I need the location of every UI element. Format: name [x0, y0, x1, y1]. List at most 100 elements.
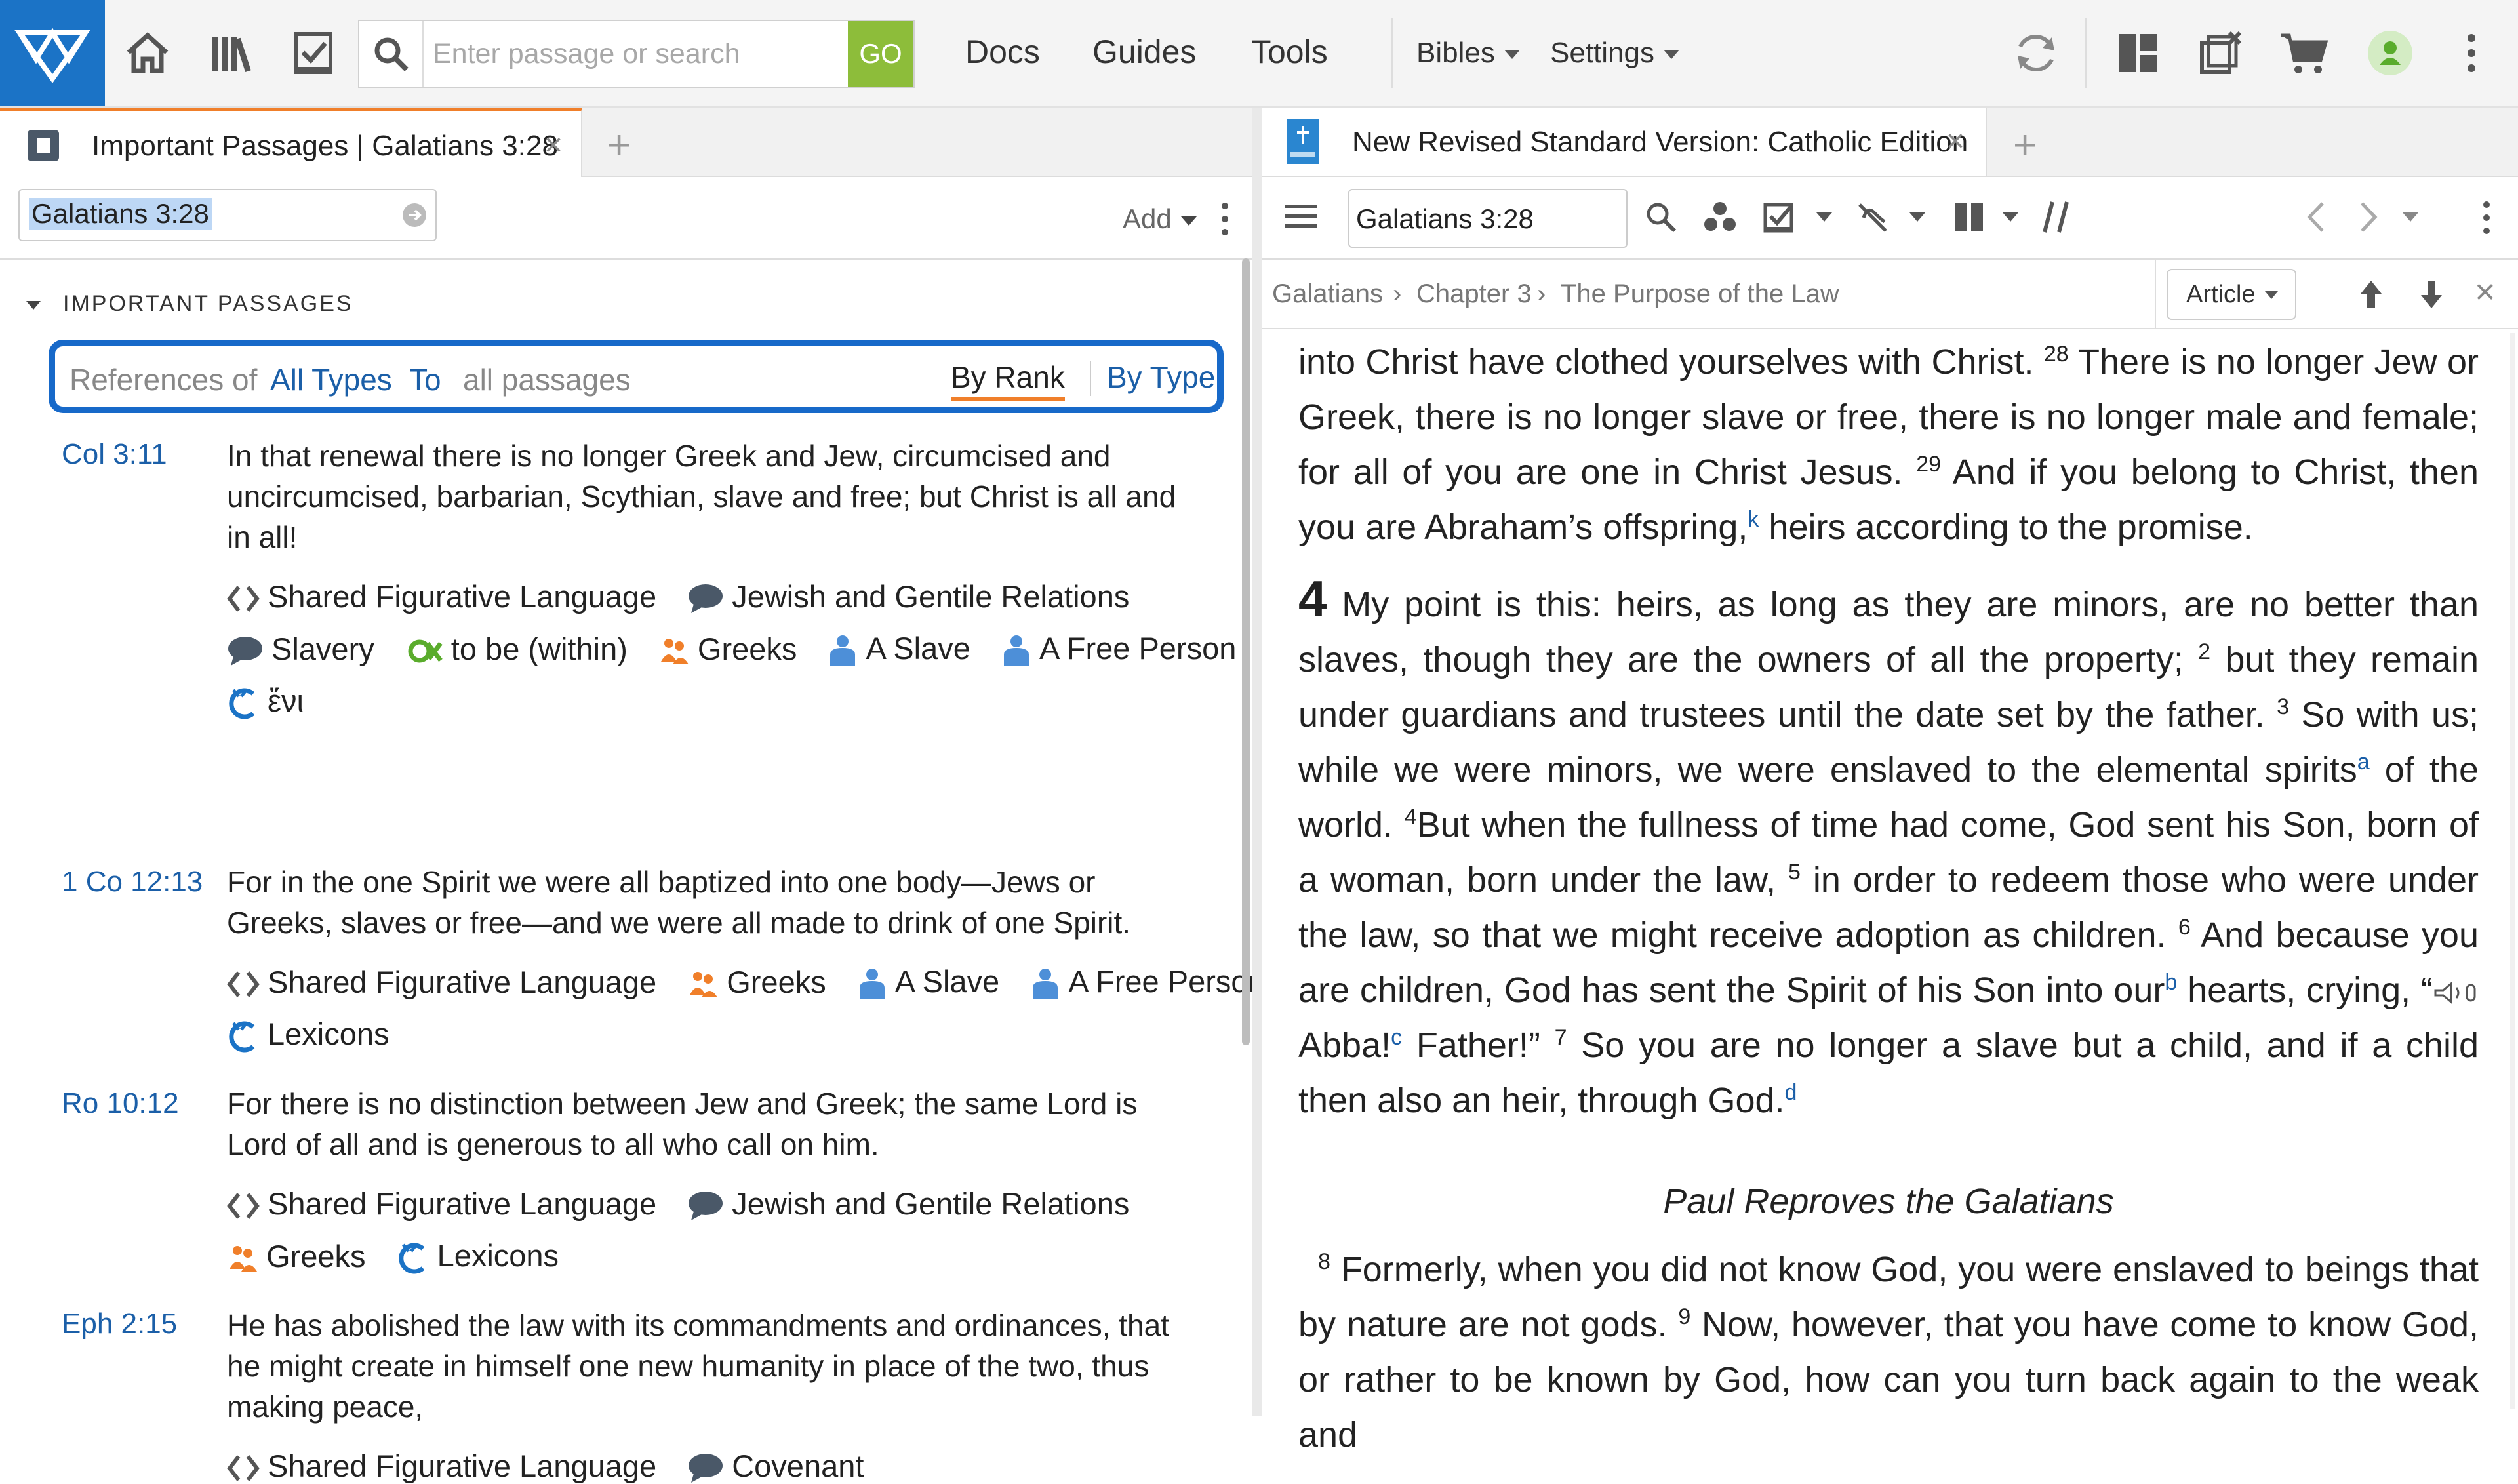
panel-splitter[interactable] — [1252, 108, 1262, 1416]
sync-icon[interactable] — [2007, 24, 2066, 83]
verse-number[interactable]: 28 — [2044, 342, 2069, 367]
tag-item[interactable]: A Free Person — [1030, 963, 1266, 1001]
cart-icon[interactable] — [2275, 24, 2334, 83]
all-passages-filter[interactable]: all passages — [463, 362, 631, 397]
tag-item[interactable]: Jewish and Gentile Relations — [687, 578, 1129, 615]
passage-link[interactable]: 1 Co 12:13 — [62, 866, 203, 898]
breadcrumb-book[interactable]: Galatians — [1272, 279, 1383, 309]
guides-menu[interactable]: Guides — [1092, 33, 1196, 71]
footnote-marker[interactable]: c — [1391, 1025, 1402, 1050]
back-arrow-icon[interactable] — [2304, 201, 2328, 233]
chapter-number[interactable]: 4 — [1298, 570, 1327, 628]
tag-item[interactable]: A Free Person — [1001, 630, 1236, 668]
tag-item[interactable]: Shared Figurative Language — [227, 964, 656, 1001]
docs-menu[interactable]: Docs — [965, 33, 1040, 71]
search-icon[interactable] — [359, 21, 424, 87]
section-header[interactable]: IMPORTANT PASSAGES — [26, 291, 353, 317]
close-icon[interactable]: × — [1946, 123, 1965, 159]
logos-logo[interactable] — [0, 0, 105, 106]
bibles-menu[interactable]: Bibles — [1416, 37, 1520, 70]
tag-item[interactable]: Shared Figurative Language — [227, 1448, 656, 1484]
tag-item[interactable]: ἔνι — [227, 683, 304, 720]
passage-link[interactable]: Ro 10:12 — [62, 1087, 179, 1120]
forward-arrow-icon[interactable] — [2357, 201, 2380, 233]
tag-item[interactable]: Shared Figurative Language — [227, 1186, 656, 1222]
visual-filters-icon[interactable] — [1702, 201, 1738, 233]
highlight-checkbox-icon[interactable] — [1763, 199, 1798, 235]
add-tab-icon[interactable]: + — [607, 122, 631, 169]
verse-number[interactable]: 6 — [2178, 915, 2191, 940]
bible-reference-input[interactable]: Galatians 3:28 — [1348, 189, 1628, 248]
hamburger-menu-icon[interactable] — [1285, 203, 1317, 230]
parallel-icon[interactable] — [2042, 199, 2072, 235]
passage-link[interactable]: Eph 2:15 — [62, 1308, 177, 1340]
chevron-down-icon[interactable] — [2003, 212, 2018, 222]
verse-number[interactable]: 9 — [1678, 1304, 1690, 1329]
close-icon[interactable]: × — [2475, 271, 2496, 312]
settings-menu[interactable]: Settings — [1550, 37, 1679, 70]
layouts-icon[interactable] — [2109, 24, 2168, 83]
home-icon[interactable] — [118, 24, 177, 83]
close-panels-icon[interactable] — [2191, 24, 2250, 83]
columns-icon[interactable] — [1954, 202, 1984, 232]
all-types-filter[interactable]: All Types — [270, 362, 392, 397]
article-dropdown[interactable]: Article — [2167, 269, 2296, 320]
lexicon-icon — [398, 1243, 424, 1274]
add-button[interactable]: Add — [1123, 203, 1197, 235]
verse-number[interactable]: 5 — [1788, 860, 1801, 885]
right-scrollbar[interactable] — [2510, 333, 2515, 1409]
more-options-icon[interactable] — [2442, 24, 2501, 83]
verse-number[interactable]: 2 — [2198, 639, 2210, 664]
library-icon[interactable] — [202, 24, 261, 83]
verse-number[interactable]: 7 — [1555, 1025, 1567, 1050]
tag-item[interactable]: A Slave — [828, 630, 970, 668]
user-avatar-icon[interactable] — [2361, 24, 2420, 83]
tag-item[interactable]: Greeks — [227, 1238, 366, 1275]
by-rank-toggle[interactable]: By Rank — [951, 359, 1065, 401]
tag-item[interactable]: Lexicons — [227, 1016, 390, 1053]
tasks-checkbox-icon[interactable] — [285, 24, 344, 83]
tag-item[interactable]: A Slave — [857, 963, 999, 1001]
go-arrow-icon[interactable] — [401, 202, 428, 228]
tag-item[interactable]: to be (within) — [405, 631, 628, 668]
tag-item[interactable]: Slavery — [227, 631, 374, 668]
tag-item[interactable]: Jewish and Gentile Relations — [687, 1186, 1129, 1222]
verse-number[interactable]: 8 — [1318, 1249, 1330, 1274]
tag-item[interactable]: Covenant — [687, 1448, 864, 1484]
down-arrow-icon[interactable] — [2418, 278, 2445, 311]
up-arrow-icon[interactable] — [2358, 278, 2384, 311]
to-filter[interactable]: To — [409, 362, 441, 397]
audio-pronunciation-icon[interactable] — [2433, 980, 2479, 1006]
verse-number[interactable]: 29 — [1916, 452, 1941, 477]
verse-number[interactable]: 4 — [1405, 805, 1417, 830]
tag-item[interactable]: Lexicons — [397, 1237, 559, 1275]
verse-number[interactable]: 3 — [2277, 694, 2289, 719]
reference-input[interactable]: Galatians 3:28 — [18, 189, 437, 241]
by-type-toggle[interactable]: By Type — [1107, 359, 1215, 395]
footnote-marker[interactable]: d — [1785, 1080, 1797, 1105]
go-button[interactable]: GO — [848, 21, 913, 87]
panel-menu-icon[interactable] — [2480, 199, 2493, 236]
footnote-marker[interactable]: b — [2165, 970, 2177, 995]
interlinear-icon[interactable] — [1854, 199, 1891, 236]
add-tab-icon[interactable]: + — [2013, 122, 2037, 169]
chevron-down-icon[interactable] — [1816, 212, 1832, 222]
chevron-down-icon[interactable] — [2403, 212, 2418, 222]
tag-item[interactable]: Greeks — [658, 631, 797, 668]
close-icon[interactable]: × — [544, 127, 563, 163]
tag-item[interactable]: Shared Figurative Language — [227, 578, 656, 615]
search-input[interactable] — [431, 30, 801, 77]
tab-important-passages[interactable]: Important Passages | Galatians 3:28 × — [0, 108, 582, 180]
tag-item[interactable]: Greeks — [687, 964, 826, 1001]
passage-link[interactable]: Col 3:11 — [62, 438, 167, 471]
footnote-marker[interactable]: k — [1748, 507, 1759, 532]
tab-nrsvce[interactable]: New Revised Standard Version: Catholic E… — [1262, 108, 1987, 176]
breadcrumb-chapter[interactable]: Chapter 3 — [1416, 279, 1532, 309]
left-scrollbar[interactable] — [1242, 258, 1250, 1045]
tools-menu[interactable]: Tools — [1251, 33, 1328, 71]
chevron-down-icon[interactable] — [1909, 212, 1925, 222]
breadcrumb-section[interactable]: The Purpose of the Law — [1561, 279, 1839, 309]
panel-menu-icon[interactable] — [1218, 199, 1231, 239]
search-icon[interactable] — [1645, 201, 1677, 233]
footnote-marker[interactable]: a — [2357, 750, 2370, 774]
